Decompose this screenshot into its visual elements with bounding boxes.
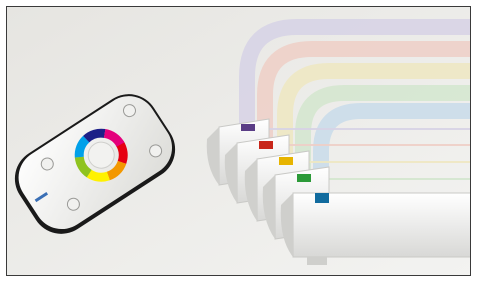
led-yellow xyxy=(279,157,293,165)
led-blue xyxy=(315,193,329,203)
led-red xyxy=(259,141,273,149)
receiver-module-5 xyxy=(280,192,470,265)
photo-frame xyxy=(6,6,471,276)
led-purple xyxy=(241,124,255,131)
led-green xyxy=(297,174,311,182)
product-photo xyxy=(7,7,470,275)
